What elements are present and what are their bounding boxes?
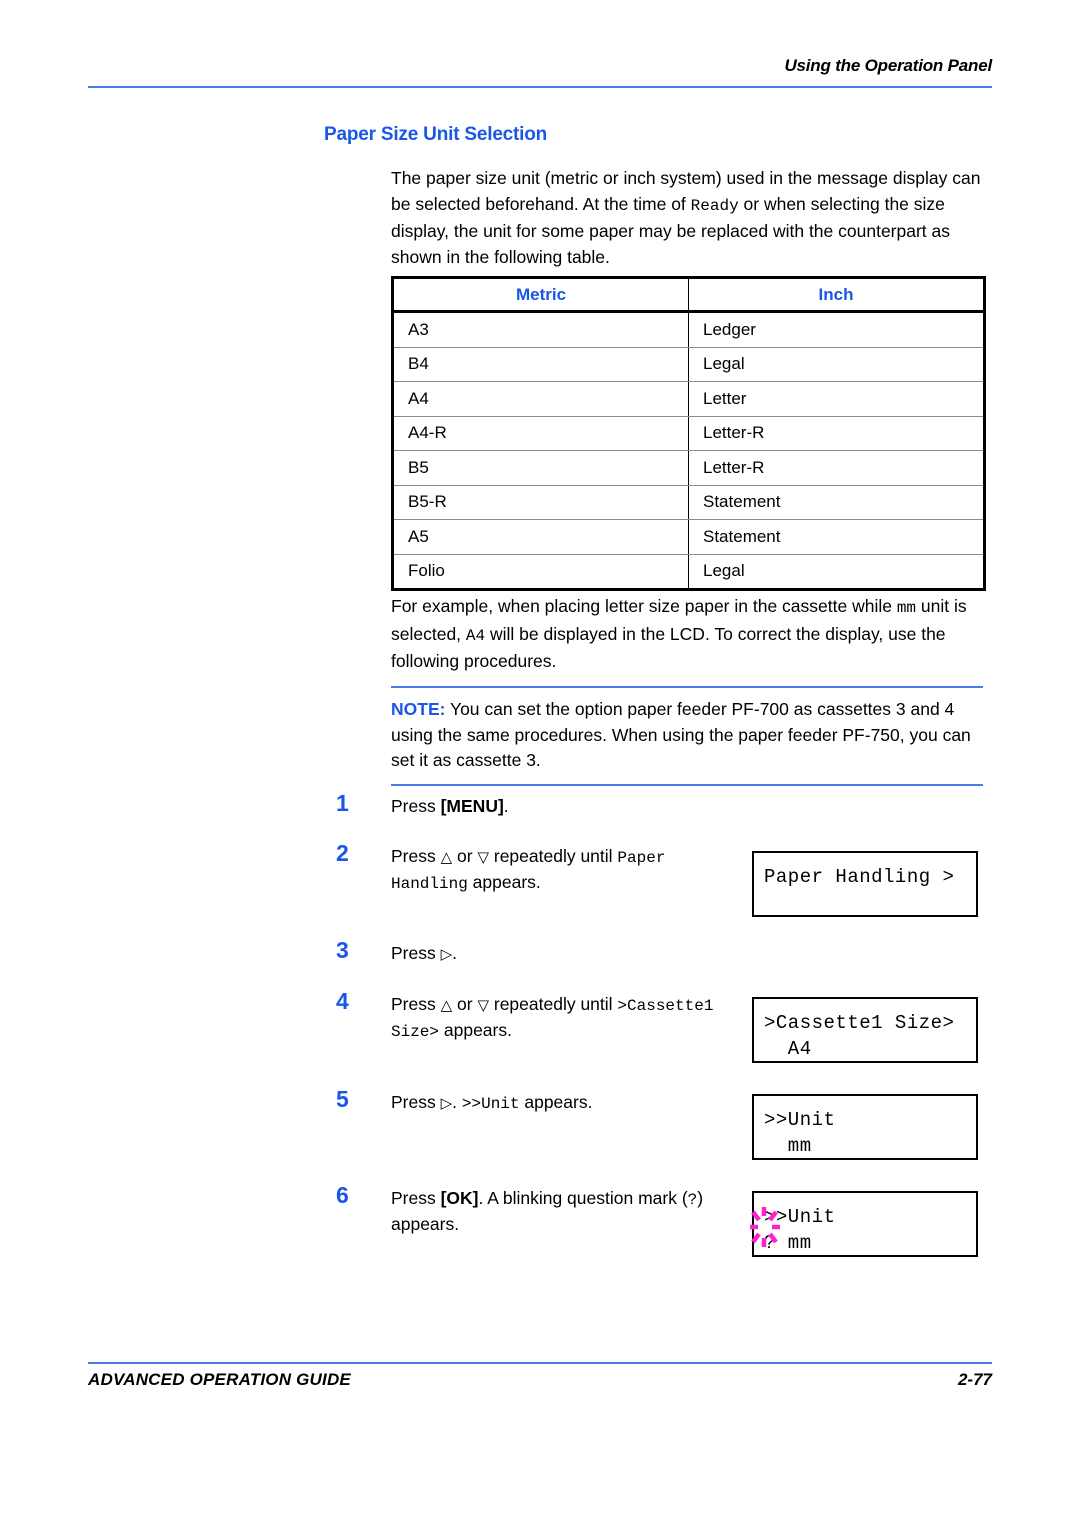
step-2-part1: Press [391, 846, 441, 866]
step-6-key-ok: [OK] [440, 1188, 479, 1208]
lcd-line-1: >>Unit [764, 1109, 836, 1131]
paper-size-table-wrap: Metric Inch A3 Ledger B4 Legal A4 Letter [391, 276, 986, 591]
table-header-row: Metric Inch [392, 277, 985, 313]
table-row: A5 Statement [392, 519, 985, 555]
triangle-down-icon: ▽ [477, 996, 489, 1014]
paper-size-table: Metric Inch A3 Ledger B4 Legal A4 Letter [391, 276, 986, 591]
step-6-mono-question: ? [687, 1191, 698, 1209]
step-3-part2: . [452, 943, 458, 963]
table-header-inch: Inch [688, 277, 985, 313]
example-mono-a4: A4 [465, 626, 486, 645]
header-rule [88, 86, 992, 88]
cell-inch: Legal [703, 561, 745, 581]
step-1-text: Press [MENU]. [391, 794, 741, 818]
step-5-number: 5 [336, 1086, 349, 1112]
step-2-part2: repeatedly until [489, 846, 618, 866]
lcd-line-2: A4 [764, 1038, 812, 1060]
cell-inch: Letter-R [688, 450, 985, 486]
table-row: B5 Letter-R [392, 450, 985, 486]
step-5-mono: >>Unit [461, 1095, 520, 1113]
example-mono-mm: mm [896, 599, 917, 617]
cell-metric: B5-R [392, 485, 689, 520]
lcd-display-unit-blinking: >>Unit ? mm [750, 1191, 978, 1257]
triangle-down-icon: ▽ [477, 848, 489, 866]
triangle-up-icon: △ [440, 996, 453, 1014]
step-3-text: Press ▷. [391, 941, 741, 966]
step-2-mid: or [452, 846, 478, 866]
cell-metric: Folio [392, 554, 689, 590]
cell-metric: A5 [392, 519, 689, 555]
lcd-line-1: >Cassette1 Size> [764, 1012, 955, 1034]
step-5-part1: Press [391, 1092, 441, 1112]
lcd-line-2: mm [764, 1135, 812, 1157]
step-6-part1: Press [391, 1188, 441, 1208]
step-3-number: 3 [336, 937, 349, 963]
cell-metric: B5 [392, 450, 689, 486]
cell-inch: Letter [688, 381, 985, 417]
running-head: Using the Operation Panel [784, 56, 992, 75]
step-2-number: 2 [336, 840, 349, 866]
example-text-part1: For example, when placing letter size pa… [391, 596, 897, 616]
lcd-line-1: Paper Handling > [764, 866, 955, 888]
lcd-line-1: >>Unit [764, 1206, 836, 1228]
cell-inch: Letter-R [688, 416, 985, 451]
footer-rule [88, 1362, 992, 1364]
step-5-part3: appears. [519, 1092, 593, 1112]
triangle-right-icon: ▷ [440, 945, 453, 963]
step-2-part3: appears. [467, 872, 541, 892]
table-row: B4 Legal [392, 347, 985, 382]
step-4-mid: or [452, 994, 478, 1014]
step-6-part2: . A blinking question mark ( [478, 1188, 688, 1208]
step-1-part2: . [503, 796, 509, 816]
table-row: Folio Legal [392, 554, 985, 590]
lcd-display-paper-handling: Paper Handling > [752, 851, 978, 917]
step-1-number: 1 [336, 790, 349, 816]
table-row: B5-R Statement [392, 485, 985, 520]
step-6-text: Press [OK]. A blinking question mark (?)… [391, 1186, 741, 1236]
step-5-text: Press ▷. >>Unit appears. [391, 1090, 741, 1116]
lcd-display-unit-mm: >>Unit mm [752, 1094, 978, 1160]
step-6-number: 6 [336, 1182, 349, 1208]
cell-inch: Statement [688, 485, 985, 520]
lcd-line-2: ? mm [764, 1232, 812, 1254]
document-page: Using the Operation Panel Paper Size Uni… [0, 0, 1080, 1528]
footer-page-number: 2-77 [957, 1370, 992, 1389]
cell-inch: Ledger [688, 311, 985, 348]
step-4-part2: repeatedly until [489, 994, 618, 1014]
cell-inch: Legal [688, 347, 985, 382]
intro-paragraph: The paper size unit (metric or inch syst… [391, 166, 991, 270]
cell-metric: A4 [392, 381, 689, 417]
step-4-number: 4 [336, 988, 349, 1014]
triangle-up-icon: △ [440, 848, 453, 866]
table-body: A3 Ledger B4 Legal A4 Letter A4-R Letter… [392, 311, 985, 590]
cell-metric: B4 [392, 347, 689, 382]
step-5-part2: . [452, 1092, 462, 1112]
step-1-key-menu: [MENU] [440, 796, 504, 816]
table-row: A4-R Letter-R [392, 416, 985, 451]
table-header-metric: Metric [392, 277, 689, 313]
step-2-text: Press △ or ▽ repeatedly until Paper Hand… [391, 844, 741, 896]
table-row: A4 Letter [392, 381, 985, 417]
cell-inch: Statement [688, 519, 985, 555]
step-1-part1: Press [391, 796, 441, 816]
step-3-part1: Press [391, 943, 441, 963]
triangle-right-icon: ▷ [440, 1094, 453, 1112]
intro-mono-ready: Ready [690, 196, 739, 215]
note-text: You can set the option paper feeder PF-7… [391, 699, 971, 770]
cell-metric: A3 [392, 311, 689, 348]
note-label: NOTE: [391, 699, 446, 719]
table-row: A3 Ledger [392, 311, 985, 348]
lcd-display-cassette1-size: >Cassette1 Size> A4 [752, 997, 978, 1063]
step-4-text: Press △ or ▽ repeatedly until >Cassette1… [391, 992, 741, 1044]
step-4-part3: appears. [439, 1020, 512, 1040]
step-4-part1: Press [391, 994, 441, 1014]
cell-metric: A4-R [392, 416, 689, 451]
note-box: NOTE: You can set the option paper feede… [391, 686, 983, 786]
example-paragraph: For example, when placing letter size pa… [391, 594, 991, 675]
section-title: Paper Size Unit Selection [324, 124, 548, 145]
